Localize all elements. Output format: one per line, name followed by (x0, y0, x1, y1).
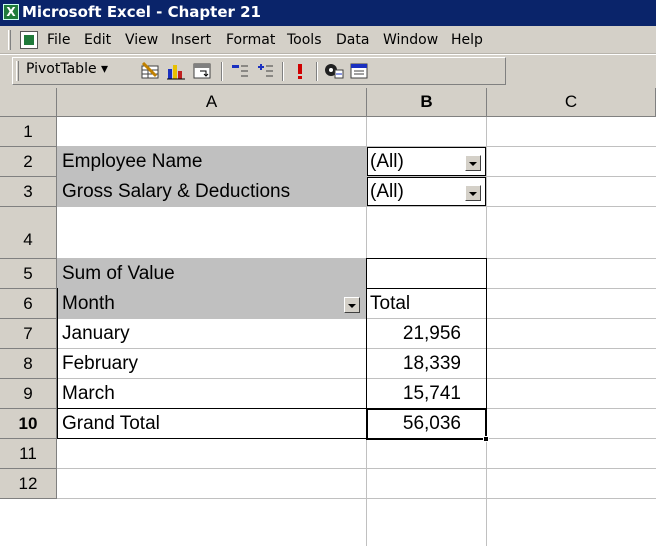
page-field-employee-name[interactable]: Employee Name (62, 151, 202, 173)
hide-detail-icon[interactable] (230, 62, 250, 80)
menu-grip[interactable] (8, 30, 11, 50)
select-all-corner[interactable] (0, 88, 57, 117)
data-field-header-cell (366, 258, 487, 289)
menu-insert[interactable]: Insert (171, 32, 211, 48)
menu-view[interactable]: View (125, 32, 158, 48)
toolbar-separator (221, 62, 223, 81)
row-header-12[interactable]: 12 (0, 469, 57, 499)
excel-app-icon[interactable]: X (3, 4, 19, 20)
pivot-row-label: February (62, 353, 139, 374)
menu-edit[interactable]: Edit (84, 32, 111, 48)
grand-total-value: 56,036 (402, 413, 461, 434)
menu-format[interactable]: Format (226, 32, 275, 48)
salary-dropdown-arrow-icon[interactable] (465, 185, 481, 201)
row-header-1[interactable]: 1 (0, 117, 57, 147)
gridline (57, 468, 656, 469)
show-field-list-icon[interactable] (349, 62, 369, 80)
pivot-row-value: 15,741 (402, 383, 461, 404)
grand-total-label: Grand Total (62, 413, 160, 434)
menu-tools[interactable]: Tools (287, 32, 322, 48)
page-field-employee-value: (All) (370, 151, 404, 172)
row-header-4[interactable]: 4 (0, 207, 57, 259)
window-title: Microsoft Excel - Chapter 21 (22, 3, 261, 21)
column-header-a[interactable]: A (57, 88, 367, 117)
menu-data[interactable]: Data (336, 32, 369, 48)
row-header-8[interactable]: 8 (0, 349, 57, 379)
title-bar: X Microsoft Excel - Chapter 21 (0, 0, 656, 26)
pivot-row-label: March (62, 383, 115, 404)
worksheet-grid: A B C 1 2 3 4 5 6 7 8 9 10 11 12 Employe… (0, 88, 656, 546)
format-report-icon[interactable] (140, 62, 160, 80)
menu-help[interactable]: Help (451, 32, 483, 48)
row-header-7[interactable]: 7 (0, 319, 57, 349)
row-header-2[interactable]: 2 (0, 147, 57, 177)
row-header-9[interactable]: 9 (0, 379, 57, 409)
row-header-3[interactable]: 3 (0, 177, 57, 207)
pivot-row-value: 21,956 (402, 323, 461, 344)
menu-file[interactable]: File (47, 32, 70, 48)
pivot-row-value: 18,339 (402, 353, 461, 374)
chart-wizard-icon[interactable] (166, 62, 186, 80)
gridline (57, 498, 656, 499)
menu-bar: File Edit View Insert Format Tools Data … (0, 26, 656, 54)
fill-handle[interactable] (483, 436, 489, 442)
pivot-wizard-icon[interactable] (192, 62, 212, 80)
row-header-5[interactable]: 5 (0, 259, 57, 289)
employee-dropdown-arrow-icon[interactable] (465, 155, 481, 171)
refresh-data-icon[interactable] (290, 62, 310, 80)
data-field-label[interactable]: Sum of Value (62, 263, 175, 285)
toolbar-separator (282, 62, 284, 81)
page-field-gross-salary[interactable]: Gross Salary & Deductions (62, 181, 290, 203)
menu-window[interactable]: Window (383, 32, 438, 48)
gridline (57, 206, 656, 207)
column-header-c[interactable]: C (487, 88, 656, 117)
row-header-11[interactable]: 11 (0, 439, 57, 469)
field-settings-icon[interactable] (324, 62, 344, 80)
page-field-salary-value: (All) (370, 181, 404, 202)
toolbar-grip[interactable] (16, 61, 19, 81)
row-header-6[interactable]: 6 (0, 289, 57, 319)
show-detail-icon[interactable] (255, 62, 275, 80)
column-header-b[interactable]: B (367, 88, 487, 117)
pivot-row-label: January (62, 323, 130, 344)
pivottable-menu-button[interactable]: PivotTable ▾ (26, 61, 108, 77)
toolbar-separator (316, 62, 318, 81)
pivottable-toolbar: PivotTable ▾ (0, 55, 656, 88)
row-header-10[interactable]: 10 (0, 409, 57, 439)
workbook-icon[interactable] (20, 31, 38, 49)
